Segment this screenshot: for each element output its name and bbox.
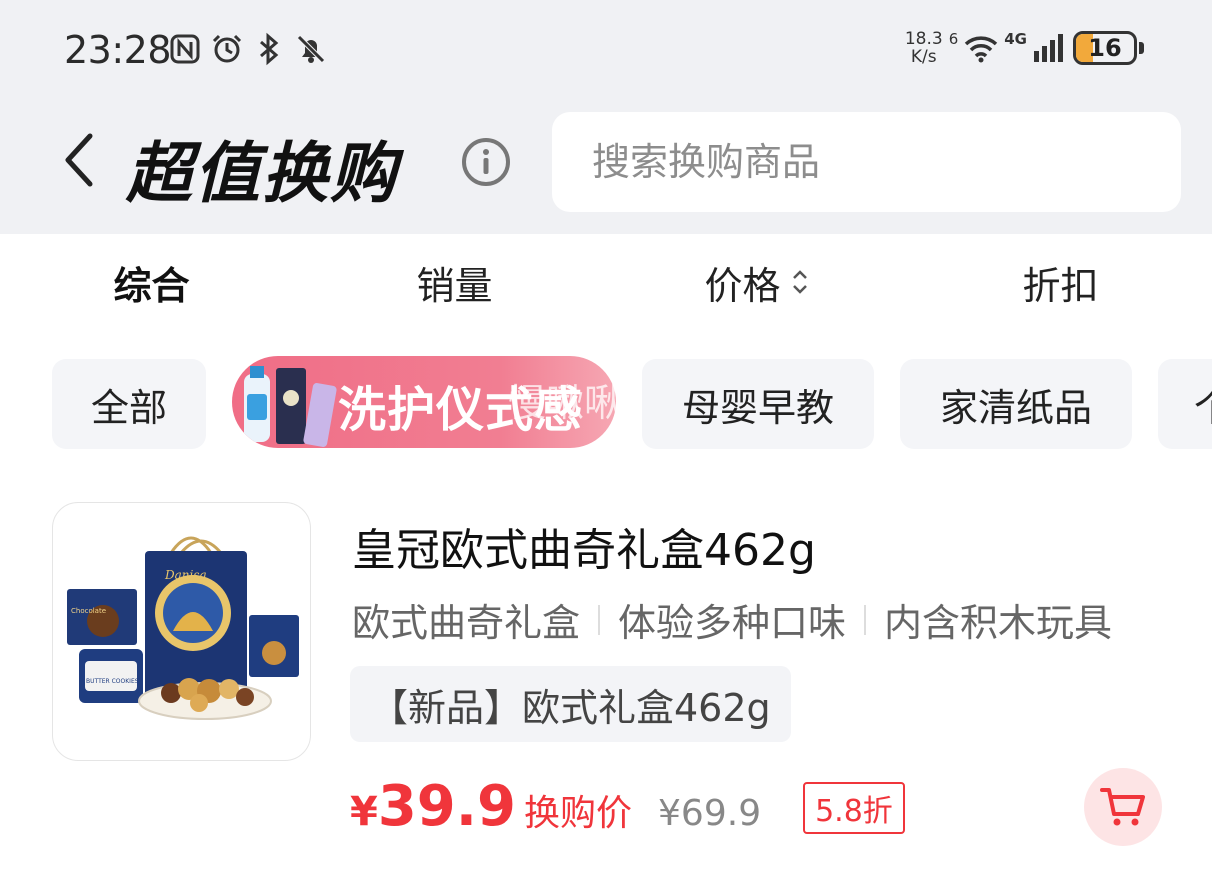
search-input[interactable] — [592, 140, 1132, 184]
chip-partial[interactable]: 个 — [1158, 359, 1212, 449]
signal-icon — [1034, 34, 1063, 62]
wifi-badge: 6 — [948, 30, 959, 48]
haircare-products-image — [244, 366, 337, 447]
status-icons-left — [168, 32, 328, 66]
watermark-text: 慢啾啾 — [508, 381, 623, 425]
exchange-price: 39.9 — [377, 774, 517, 839]
chip-all[interactable]: 全部 — [52, 359, 206, 449]
nfc-icon — [170, 34, 200, 64]
search-box[interactable] — [552, 112, 1181, 212]
sort-tab-comprehensive[interactable]: 综合 — [0, 234, 303, 330]
status-time: 23:28 — [64, 28, 172, 72]
sort-tab-price[interactable]: 价格 — [606, 234, 909, 330]
discount-badge: 5.8折 — [803, 782, 905, 834]
product-image[interactable]: Danisa Chocolate BUTTER COOKIES — [52, 502, 311, 761]
svg-text:Chocolate: Chocolate — [71, 607, 106, 615]
tag-divider — [598, 604, 601, 635]
product-tag: 体验多种口味 — [618, 601, 847, 645]
chip-mother-baby[interactable]: 母婴早教 — [642, 359, 874, 449]
svg-text:BUTTER COOKIES: BUTTER COOKIES — [86, 678, 139, 685]
sort-tab-discount[interactable]: 折扣 — [909, 234, 1212, 330]
back-arrow-icon[interactable] — [56, 128, 106, 192]
currency-symbol: ¥ — [350, 789, 378, 835]
top-area: 23:28 18.3 K/s 6 4G 16 超值换购 搜索换购商品 — [0, 0, 1212, 234]
chip-home-paper[interactable]: 家清纸品 — [900, 359, 1132, 449]
sort-tab-sales[interactable]: 销量 — [303, 234, 606, 330]
info-icon[interactable] — [460, 136, 512, 188]
battery-icon: 16 — [1073, 31, 1137, 65]
product-title[interactable]: 皇冠欧式曲奇礼盒462g — [352, 514, 816, 578]
cellular-badge: 4G — [1004, 30, 1027, 48]
product-tag: 欧式曲奇礼盒 — [352, 601, 581, 645]
product-spec-selector[interactable]: 【新品】欧式礼盒462g — [350, 666, 791, 742]
price-row: ¥ 39.9 换购价 ¥69.9 5.8折 — [350, 774, 905, 839]
tag-divider — [864, 604, 867, 635]
product-card[interactable]: Danisa Chocolate BUTTER COOKIES 皇冠欧式曲奇礼盒… — [52, 502, 1192, 862]
category-chips: 全部 洗护仪式感 慢啾啾 母婴早教 家清纸品 个 — [52, 356, 1212, 452]
cookie-gift-box-image: Danisa Chocolate BUTTER COOKIES — [67, 536, 299, 720]
bluetooth-icon — [260, 32, 279, 66]
add-to-cart-button[interactable] — [1084, 768, 1162, 846]
network-speed: 18.3 K/s — [904, 29, 943, 67]
header: 超值换购 — [0, 110, 1212, 214]
status-icons-right: 18.3 K/s 6 4G 16 — [905, 30, 1144, 66]
product-tags: 欧式曲奇礼盒 体验多种口味 内含积木玩具 — [352, 592, 1112, 647]
alarm-icon — [212, 34, 242, 63]
sort-bar: 综合 销量 价格 折扣 — [0, 234, 1212, 330]
wifi-icon — [965, 36, 998, 63]
exchange-price-label: 换购价 — [524, 793, 633, 834]
status-bar: 23:28 18.3 K/s 6 4G 16 — [0, 0, 1212, 100]
original-price: ¥69.9 — [658, 793, 762, 834]
battery-tip — [1139, 42, 1144, 54]
page-title: 超值换购 — [126, 135, 398, 212]
cart-icon — [1100, 788, 1145, 826]
svg-text:Danisa: Danisa — [164, 568, 207, 582]
mute-bell-icon — [297, 35, 325, 63]
product-tag: 内含积木玩具 — [884, 601, 1113, 645]
sort-arrows-icon — [792, 270, 807, 294]
